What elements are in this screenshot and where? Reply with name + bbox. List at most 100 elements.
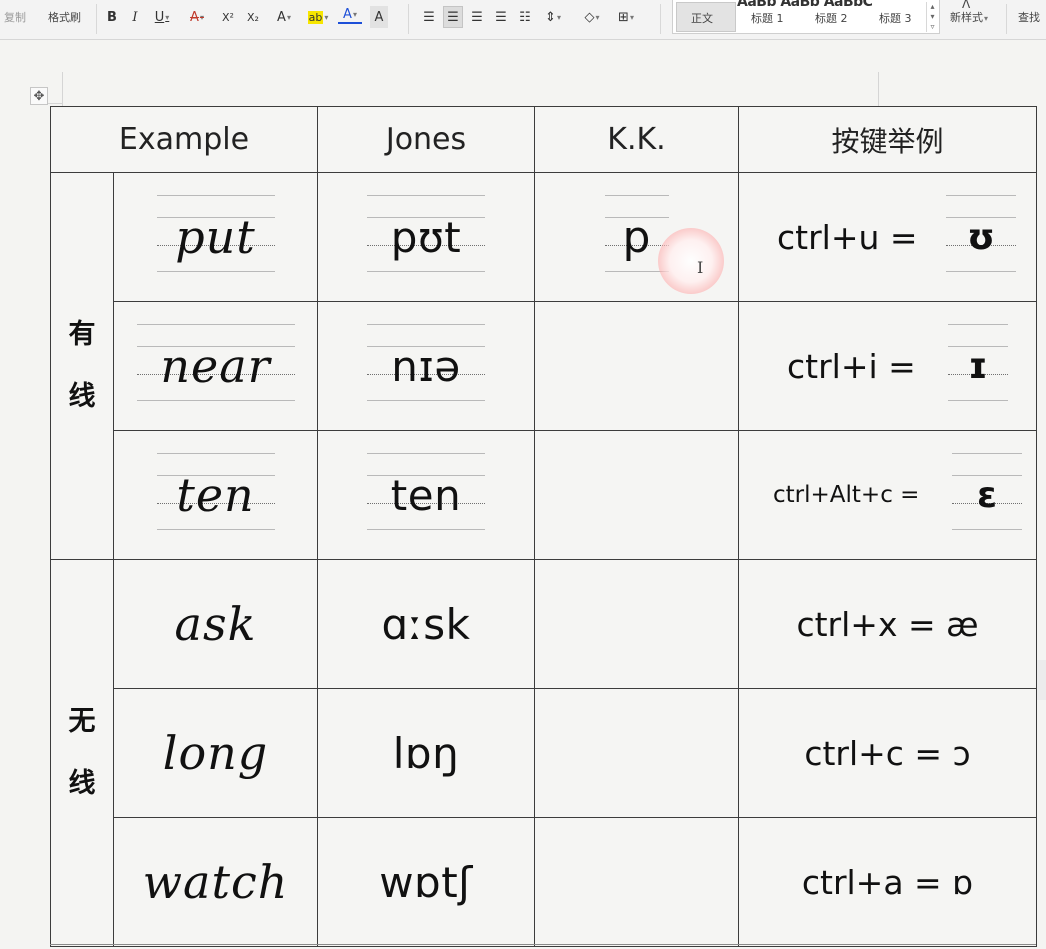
kk-cell[interactable] bbox=[534, 559, 739, 689]
example-cell[interactable]: near bbox=[113, 301, 318, 431]
new-style-icon: ꓥ bbox=[962, 0, 971, 11]
example-cell[interactable]: long bbox=[113, 688, 318, 818]
paint-bucket-icon: ◇ bbox=[584, 9, 595, 25]
jones-transcription: wɒtʃ bbox=[379, 857, 473, 907]
shortcut-cell[interactable]: ctrl+Alt+c = ɛ bbox=[738, 430, 1037, 560]
group-label-char: 无 bbox=[68, 706, 96, 737]
jones-transcription: pʊt bbox=[390, 212, 462, 262]
italic-button[interactable]: I bbox=[128, 6, 142, 28]
text-effect-label: A bbox=[277, 9, 286, 25]
jones-transcription: ɑːsk bbox=[381, 599, 471, 649]
shortcut-cell[interactable]: ctrl+u = ʊ bbox=[738, 172, 1037, 302]
header-jones[interactable]: Jones bbox=[317, 106, 535, 173]
group-label-char: 有 bbox=[68, 319, 96, 350]
example-word: near bbox=[160, 339, 271, 393]
more-icon: ▿ bbox=[930, 22, 935, 31]
shortcut-text: ctrl+a = ɒ bbox=[801, 862, 974, 902]
kk-cell[interactable] bbox=[534, 301, 739, 431]
text-effect-button[interactable]: A ▾ bbox=[270, 6, 298, 28]
shortcut-symbol: ʊ bbox=[967, 216, 995, 258]
style-normal[interactable]: 正文 bbox=[691, 10, 713, 26]
divider bbox=[660, 4, 661, 34]
text-cursor-icon: I bbox=[697, 258, 704, 277]
table-move-handle[interactable]: ✥ bbox=[30, 87, 48, 105]
shortcut-text: ctrl+x = æ bbox=[796, 604, 979, 644]
distribute-button[interactable]: ☷ bbox=[516, 6, 534, 28]
divider bbox=[1006, 4, 1007, 34]
new-style-button[interactable]: 新样式▾ bbox=[950, 12, 988, 25]
style-gallery: AaBb AaBb AaBbC 正文 标题 1 标题 2 标题 3 bbox=[672, 0, 940, 34]
align-center-button[interactable]: ☰ bbox=[443, 6, 463, 28]
style-gallery-scroll[interactable]: ▴ ▾ ▿ bbox=[926, 2, 938, 32]
group-label-char: 线 bbox=[68, 768, 96, 799]
jones-transcription: nɪə bbox=[391, 341, 461, 391]
table-row: ten ten ctrl+Alt+c = ɛ bbox=[51, 430, 1037, 560]
jones-cell[interactable]: pʊt bbox=[317, 172, 535, 302]
group-label-without-lines[interactable]: 无 线 bbox=[50, 559, 114, 947]
example-cell[interactable]: put bbox=[113, 172, 318, 302]
example-word: ten bbox=[176, 468, 255, 522]
jones-cell[interactable]: lɒŋ bbox=[317, 688, 535, 818]
align-right-icon: ☰ bbox=[471, 9, 483, 25]
jones-cell[interactable]: ten bbox=[317, 430, 535, 560]
jones-cell[interactable]: nɪə bbox=[317, 301, 535, 431]
jones-cell[interactable]: wɒtʃ bbox=[317, 817, 535, 947]
kk-transcription: p bbox=[622, 211, 651, 263]
char-shading-button[interactable]: A bbox=[370, 6, 388, 28]
header-key-example[interactable]: 按键举例 bbox=[738, 106, 1037, 173]
style-heading-2[interactable]: 标题 2 bbox=[815, 10, 848, 26]
bold-button[interactable]: B bbox=[104, 6, 120, 28]
vertical-scrollbar[interactable] bbox=[1036, 660, 1046, 700]
superscript-button[interactable]: X² bbox=[218, 6, 238, 28]
style-heading-1[interactable]: 标题 1 bbox=[751, 10, 784, 26]
underline-button[interactable]: U ▾ bbox=[150, 6, 174, 28]
copy-button[interactable]: 复制 bbox=[4, 12, 26, 24]
chevron-down-icon: ▾ bbox=[629, 12, 634, 22]
kk-cell[interactable] bbox=[534, 430, 739, 560]
kk-cell[interactable] bbox=[534, 688, 739, 818]
underline-label: U bbox=[154, 9, 165, 25]
kk-cell[interactable] bbox=[534, 817, 739, 947]
shortcut-cell[interactable]: ctrl+i = ɪ bbox=[738, 301, 1037, 431]
font-color-button[interactable]: A ▾ bbox=[338, 6, 362, 24]
jones-cell[interactable]: ɑːsk bbox=[317, 559, 535, 689]
style-heading-3[interactable]: 标题 3 bbox=[879, 10, 912, 26]
click-highlight bbox=[658, 228, 724, 294]
table-header-row: Example Jones K.K. 按键举例 bbox=[50, 106, 1037, 173]
margin-guide bbox=[878, 72, 879, 106]
chevron-down-icon: ▾ bbox=[930, 12, 935, 21]
distribute-icon: ☷ bbox=[519, 9, 531, 25]
group-label-with-lines[interactable]: 有 线 bbox=[50, 172, 114, 560]
shading-button[interactable]: ◇ ▾ bbox=[578, 6, 606, 28]
example-cell[interactable]: watch bbox=[113, 817, 318, 947]
example-cell[interactable]: ask bbox=[113, 559, 318, 689]
example-word: ask bbox=[174, 597, 257, 651]
chevron-down-icon: ▾ bbox=[165, 12, 170, 22]
align-right-button[interactable]: ☰ bbox=[468, 6, 486, 28]
find-button[interactable]: 查找 bbox=[1018, 12, 1040, 24]
line-spacing-button[interactable]: ⇕ ▾ bbox=[540, 6, 566, 28]
shortcut-text: ctrl+c = ɔ bbox=[804, 733, 971, 773]
align-center-icon: ☰ bbox=[447, 9, 459, 25]
header-example[interactable]: Example bbox=[50, 106, 318, 173]
chevron-up-icon: ▴ bbox=[930, 2, 935, 11]
format-painter-button[interactable]: 格式刷 bbox=[48, 12, 81, 24]
ipa-table: Example Jones K.K. 按键举例 有 线 put pʊt p ct… bbox=[50, 106, 1037, 947]
shortcut-cell[interactable]: ctrl+a = ɒ bbox=[738, 817, 1037, 947]
header-kk[interactable]: K.K. bbox=[534, 106, 739, 173]
example-word: long bbox=[162, 726, 269, 780]
chevron-down-icon: ▾ bbox=[286, 12, 291, 22]
table-row: 无 线 ask ɑːsk ctrl+x = æ bbox=[50, 559, 1037, 947]
justify-button[interactable]: ☰ bbox=[492, 6, 510, 28]
border-grid-icon: ⊞ bbox=[618, 9, 629, 25]
shortcut-text: ctrl+Alt+c = bbox=[773, 482, 920, 508]
shortcut-cell[interactable]: ctrl+x = æ bbox=[738, 559, 1037, 689]
shortcut-cell[interactable]: ctrl+c = ɔ bbox=[738, 688, 1037, 818]
example-cell[interactable]: ten bbox=[113, 430, 318, 560]
strikethrough-button[interactable]: A ▾ bbox=[184, 6, 210, 28]
subscript-button[interactable]: X₂ bbox=[243, 6, 263, 28]
align-left-button[interactable]: ☰ bbox=[420, 6, 438, 28]
align-left-icon: ☰ bbox=[423, 9, 435, 25]
borders-button[interactable]: ⊞ ▾ bbox=[612, 6, 640, 28]
highlight-button[interactable]: ab ▾ bbox=[304, 6, 332, 28]
